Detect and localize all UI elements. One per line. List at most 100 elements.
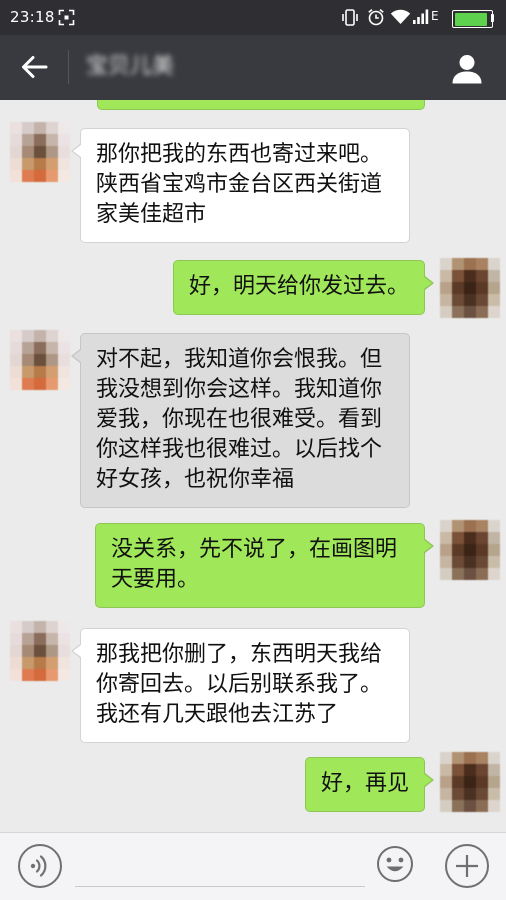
message-bubble[interactable]: 对不起，我知道你会恨我。但 我没想到你会这样。我知道你 爱我，你现在也很难受。看…	[71, 333, 410, 508]
avatar-mosaic-cell	[464, 306, 476, 318]
avatar-mosaic-cell	[440, 800, 452, 812]
avatar-mosaic-cell	[10, 122, 22, 134]
contact-avatar[interactable]	[10, 621, 70, 681]
avatar-mosaic-cell	[46, 669, 58, 681]
avatar-mosaic-cell	[58, 657, 70, 669]
avatar-mosaic-cell	[440, 520, 452, 532]
avatar-mosaic-cell	[46, 633, 58, 645]
avatar-mosaic-cell	[22, 134, 34, 146]
chat-title: 宝贝儿美	[86, 54, 175, 79]
avatar-mosaic-cell	[476, 568, 488, 580]
avatar-mosaic-cell	[440, 568, 452, 580]
avatar-mosaic-cell	[488, 270, 500, 282]
avatar-mosaic-cell	[488, 306, 500, 318]
message-text-line: 对不起，我知道你会恨我。但	[96, 347, 383, 372]
avatar-mosaic-cell	[46, 621, 58, 633]
avatar-mosaic-cell	[488, 258, 500, 270]
avatar-mosaic-cell	[46, 657, 58, 669]
wechat-chat-screen: 23:18 E 宝贝儿美 那你把我的东西也寄过来吧。 陕西省宝鸡市金台区西关街道…	[0, 0, 506, 900]
avatar-mosaic-cell	[488, 520, 500, 532]
screenshot-icon	[58, 9, 75, 26]
avatar-mosaic-cell	[476, 776, 488, 788]
message-input[interactable]	[75, 847, 365, 885]
avatar-mosaic-cell	[488, 764, 500, 776]
my-avatar[interactable]	[440, 258, 500, 318]
avatar-mosaic-cell	[452, 764, 464, 776]
avatar-mosaic-cell	[440, 752, 452, 764]
avatar-mosaic-cell	[34, 633, 46, 645]
avatar-mosaic-cell	[464, 764, 476, 776]
avatar-mosaic-cell	[58, 146, 70, 158]
message-bubble[interactable]: 好，明天给你发过去。	[172, 260, 435, 315]
avatar-mosaic-cell	[34, 669, 46, 681]
avatar-mosaic-cell	[464, 258, 476, 270]
avatar-mosaic-cell	[464, 532, 476, 544]
message-bubble[interactable]: 那我把你删了，东西明天我给 你寄回去。以后别联系我了。 我还有几天跟他去江苏了	[71, 628, 410, 743]
message-text-line: 你这样我也很难过。以后找个	[96, 437, 383, 462]
avatar-mosaic-cell	[452, 568, 464, 580]
avatar-mosaic-cell	[22, 354, 34, 366]
avatar-mosaic-cell	[452, 788, 464, 800]
emoji-icon[interactable]	[376, 845, 414, 883]
my-avatar[interactable]	[440, 520, 500, 580]
avatar-mosaic-cell	[10, 146, 22, 158]
avatar-mosaic-cell	[488, 800, 500, 812]
message-bubble[interactable]: 没关系，先不说了，在画图明 天要用。	[95, 523, 434, 608]
avatar-mosaic-cell	[34, 342, 46, 354]
avatar-mosaic-cell	[464, 544, 476, 556]
avatar-mosaic-cell	[34, 621, 46, 633]
avatar-mosaic-cell	[58, 633, 70, 645]
avatar-mosaic-cell	[22, 378, 34, 390]
avatar-mosaic-cell	[464, 270, 476, 282]
avatar-mosaic-cell	[58, 669, 70, 681]
avatar-mosaic-cell	[22, 621, 34, 633]
person-icon[interactable]	[451, 54, 483, 84]
avatar-mosaic-cell	[10, 366, 22, 378]
avatar-mosaic-cell	[22, 146, 34, 158]
avatar-mosaic-cell	[34, 146, 46, 158]
avatar-mosaic-cell	[440, 776, 452, 788]
my-avatar[interactable]	[440, 752, 500, 812]
avatar-mosaic-cell	[452, 520, 464, 532]
message-bubble-partial[interactable]	[97, 100, 425, 110]
message-text-line: 那你把我的东西也寄过来吧。	[96, 142, 383, 167]
back-arrow-icon[interactable]	[19, 53, 49, 81]
avatar-mosaic-cell	[476, 556, 488, 568]
avatar-mosaic-cell	[34, 330, 46, 342]
message-bubble[interactable]: 好，再见	[304, 757, 435, 812]
avatar-mosaic-cell	[10, 378, 22, 390]
avatar-mosaic-cell	[34, 354, 46, 366]
message-text-line: 没关系，先不说了，在画图明	[111, 537, 398, 562]
avatar-mosaic-cell	[10, 633, 22, 645]
avatar-mosaic-cell	[46, 146, 58, 158]
avatar-mosaic-cell	[34, 378, 46, 390]
plus-icon[interactable]	[444, 843, 490, 889]
avatar-mosaic-cell	[440, 788, 452, 800]
avatar-mosaic-cell	[452, 282, 464, 294]
avatar-mosaic-cell	[22, 366, 34, 378]
avatar-mosaic-cell	[22, 330, 34, 342]
avatar-mosaic-cell	[58, 122, 70, 134]
message-list[interactable]: 那你把我的东西也寄过来吧。 陕西省宝鸡市金台区西关街道 家美佳超市 好，明天给你…	[0, 100, 506, 832]
voice-icon[interactable]	[17, 843, 63, 889]
battery-icon	[452, 10, 493, 28]
avatar-mosaic-cell	[440, 532, 452, 544]
contact-avatar[interactable]	[10, 330, 70, 390]
avatar-mosaic-cell	[440, 556, 452, 568]
avatar-mosaic-cell	[22, 170, 34, 182]
avatar-mosaic-cell	[58, 366, 70, 378]
avatar-mosaic-cell	[452, 556, 464, 568]
message-bubble[interactable]: 那你把我的东西也寄过来吧。 陕西省宝鸡市金台区西关街道 家美佳超市	[71, 128, 410, 243]
avatar-mosaic-cell	[440, 544, 452, 556]
avatar-mosaic-cell	[488, 568, 500, 580]
avatar-mosaic-cell	[488, 776, 500, 788]
contact-avatar[interactable]	[10, 122, 70, 182]
avatar-mosaic-cell	[22, 122, 34, 134]
avatar-mosaic-cell	[464, 776, 476, 788]
status-bar: 23:18 E	[0, 0, 506, 35]
message-text-line: 我还有几天跟他去江苏了	[96, 702, 339, 727]
avatar-mosaic-cell	[476, 752, 488, 764]
battery-nub	[491, 14, 494, 22]
avatar-mosaic-cell	[452, 258, 464, 270]
avatar-mosaic-cell	[58, 158, 70, 170]
